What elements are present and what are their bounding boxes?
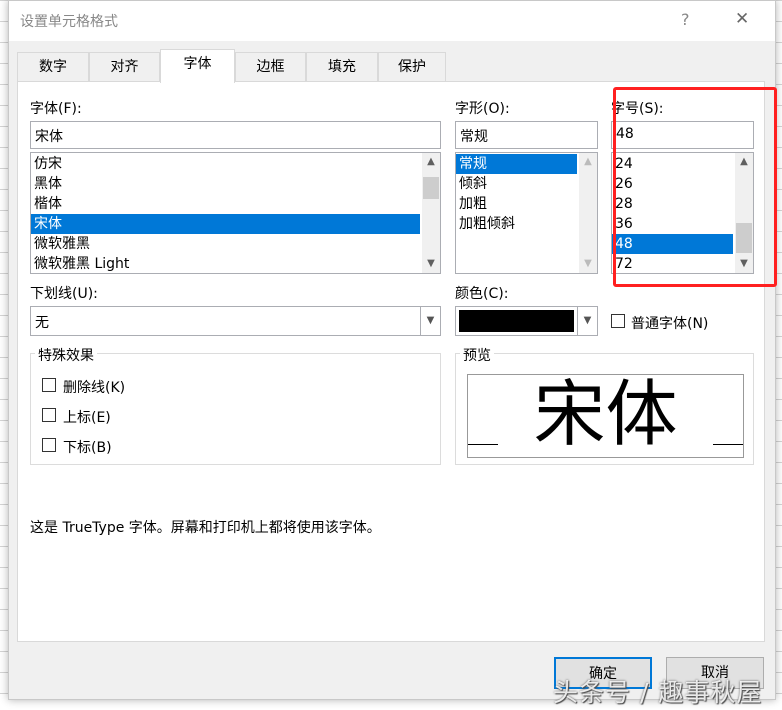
strikethrough-label: 删除线(K) (63, 380, 126, 396)
preview-title: 预览 (460, 345, 494, 365)
effects-title: 特殊效果 (35, 345, 97, 365)
tab-font[interactable]: 字体 (160, 49, 235, 83)
style-list-item[interactable]: 常规 (456, 154, 577, 174)
font-label: 字体(F): (30, 101, 82, 117)
color-label: 颜色(C): (455, 286, 509, 302)
scroll-up-icon[interactable]: ▲ (422, 153, 440, 171)
watermark: 头条号 / 趣事秋屋 (553, 678, 763, 707)
underline-value: 无 (35, 315, 49, 331)
tab-fill[interactable]: 填充 (306, 52, 378, 82)
font-list[interactable]: 仿宋 黑体 楷体 宋体 微软雅黑 微软雅黑 Light ▲ ▼ (30, 152, 441, 274)
subscript-checkbox[interactable] (42, 438, 56, 452)
underline-label: 下划线(U): (30, 286, 98, 302)
normal-font-label: 普通字体(N) (631, 316, 709, 332)
chevron-down-icon[interactable]: ▼ (420, 307, 440, 335)
tab-alignment[interactable]: 对齐 (89, 52, 160, 82)
title-bar: 设置单元格格式 ? ✕ (9, 1, 775, 41)
highlight-box (613, 87, 777, 287)
style-input[interactable]: 常规 (455, 121, 598, 149)
help-button[interactable]: ? (681, 10, 690, 29)
font-input[interactable]: 宋体 (30, 121, 441, 149)
chevron-down-icon[interactable]: ▼ (577, 307, 597, 335)
strikethrough-checkbox[interactable] (42, 378, 56, 392)
underline-select[interactable]: 无 ▼ (30, 306, 441, 336)
style-list-item[interactable]: 倾斜 (456, 174, 577, 194)
style-list[interactable]: 常规 倾斜 加粗 加粗倾斜 ▲ ▼ (455, 152, 598, 274)
preview-text: 宋体 (533, 374, 678, 456)
preview-group: 预览 宋体 (455, 345, 754, 465)
font-list-item[interactable]: 仿宋 (31, 154, 420, 174)
font-list-item[interactable]: 微软雅黑 (31, 234, 420, 254)
superscript-checkbox[interactable] (42, 408, 56, 422)
superscript-label: 上标(E) (63, 410, 111, 426)
font-list-item[interactable]: 宋体 (31, 214, 420, 234)
preview-box: 宋体 (467, 374, 744, 458)
subscript-label: 下标(B) (63, 440, 112, 456)
close-button[interactable]: ✕ (735, 9, 749, 29)
scroll-down-icon[interactable]: ▼ (422, 255, 440, 273)
font-info-text: 这是 TrueType 字体。屏幕和打印机上都将使用该字体。 (30, 520, 381, 536)
format-cells-dialog: 设置单元格格式 ? ✕ 数字 对齐 字体 边框 填充 保护 字体(F): 宋体 … (8, 0, 777, 700)
color-swatch (459, 310, 574, 332)
dialog-title: 设置单元格格式 (20, 14, 118, 30)
style-label: 字形(O): (455, 101, 510, 117)
normal-font-checkbox[interactable] (611, 314, 625, 328)
style-scrollbar[interactable]: ▲ ▼ (579, 153, 597, 273)
font-scrollbar[interactable]: ▲ ▼ (422, 153, 440, 273)
style-list-item[interactable]: 加粗倾斜 (456, 214, 577, 234)
font-list-item[interactable]: 微软雅黑 Light (31, 254, 420, 273)
color-select[interactable]: ▼ (455, 306, 598, 336)
effects-group: 特殊效果 删除线(K) 上标(E) 下标(B) (30, 345, 441, 465)
tab-border[interactable]: 边框 (235, 52, 306, 82)
tab-protection[interactable]: 保护 (378, 52, 446, 82)
font-list-item[interactable]: 黑体 (31, 174, 420, 194)
font-list-item[interactable]: 楷体 (31, 194, 420, 214)
tab-number[interactable]: 数字 (17, 52, 89, 82)
style-list-item[interactable]: 加粗 (456, 194, 577, 214)
